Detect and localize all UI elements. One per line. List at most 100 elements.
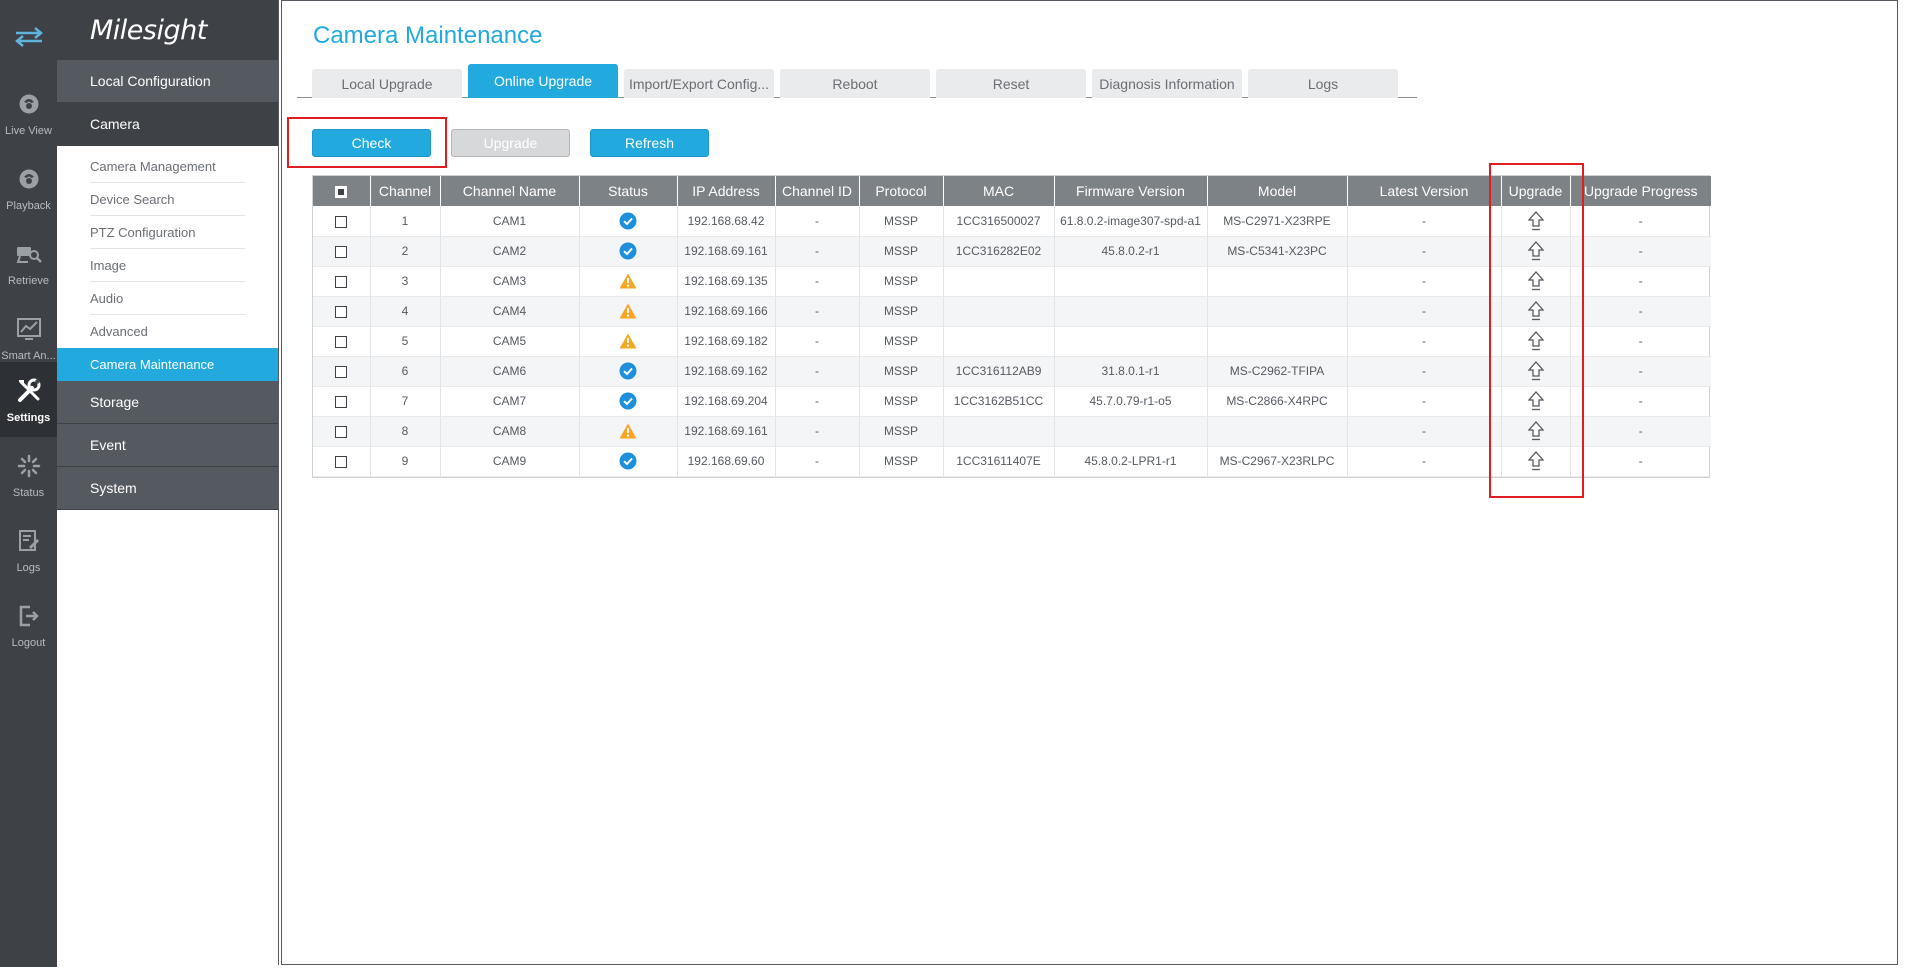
menu-device-search[interactable]: Device Search <box>57 183 278 216</box>
cell-model: MS-C2967-X23RLPC <box>1207 446 1348 477</box>
header-ip-address: IP Address <box>677 176 776 206</box>
row-checkbox[interactable] <box>335 275 348 288</box>
icon-rail: Live View Playback Retrieve Smart An... <box>0 0 57 967</box>
menu-camera-maintenance[interactable]: Camera Maintenance <box>57 348 278 381</box>
page-title: Camera Maintenance <box>313 22 543 49</box>
upgrade-button[interactable]: Upgrade <box>451 129 570 157</box>
cell-channel-id: - <box>775 236 860 267</box>
menu-audio[interactable]: Audio <box>57 282 278 315</box>
rail-label: Retrieve <box>8 275 49 287</box>
row-checkbox[interactable] <box>335 425 348 438</box>
menu-system[interactable]: System <box>57 467 278 510</box>
rail-label: Playback <box>6 200 51 212</box>
row-select-cell[interactable] <box>313 386 371 417</box>
row-checkbox[interactable] <box>335 365 348 378</box>
row-select-cell[interactable] <box>313 416 371 447</box>
cell-channel: 2 <box>370 236 441 267</box>
cell-firmware-version <box>1054 416 1208 447</box>
rail-playback[interactable]: Playback <box>0 150 57 225</box>
cell-channel-id: - <box>775 266 860 297</box>
warning-icon <box>619 303 637 319</box>
cell-upgrade-progress: - <box>1570 266 1711 297</box>
select-all-header[interactable] <box>313 176 371 206</box>
rail-retrieve[interactable]: Retrieve <box>0 225 57 300</box>
cell-upgrade-progress: - <box>1570 206 1711 237</box>
row-select-cell[interactable] <box>313 446 371 477</box>
retrieve-icon <box>16 241 42 267</box>
header-upgrade-progress: Upgrade Progress <box>1570 176 1711 206</box>
menu-camera[interactable]: Camera <box>57 103 278 146</box>
connected-check-icon <box>619 392 637 410</box>
row-checkbox[interactable] <box>335 215 348 228</box>
row-checkbox[interactable] <box>335 305 348 318</box>
cell-status <box>579 356 678 387</box>
cell-channel-name: CAM6 <box>440 356 580 387</box>
menu-image[interactable]: Image <box>57 249 278 282</box>
cell-channel: 6 <box>370 356 441 387</box>
connected-check-icon <box>619 452 637 470</box>
tab-reset[interactable]: Reset <box>936 69 1086 98</box>
cell-channel: 8 <box>370 416 441 447</box>
tab-local-upgrade[interactable]: Local Upgrade <box>312 69 462 98</box>
cell-channel-name: CAM8 <box>440 416 580 447</box>
header-status: Status <box>579 176 678 206</box>
menu-event[interactable]: Event <box>57 424 278 467</box>
cell-firmware-version <box>1054 326 1208 357</box>
connected-check-icon <box>619 212 637 230</box>
cell-protocol: MSSP <box>859 446 944 477</box>
row-checkbox[interactable] <box>335 335 348 348</box>
row-checkbox[interactable] <box>335 455 348 468</box>
cell-upgrade-progress: - <box>1570 416 1711 447</box>
cell-mac: 1CC31611407E <box>943 446 1055 477</box>
cell-ip-address: 192.168.69.162 <box>677 356 776 387</box>
cell-upgrade-progress: - <box>1570 236 1711 267</box>
header-protocol: Protocol <box>859 176 944 206</box>
rail-settings[interactable]: Settings <box>0 362 57 437</box>
rail-logs[interactable]: Logs <box>0 512 57 587</box>
row-select-cell[interactable] <box>313 296 371 327</box>
menu-storage[interactable]: Storage <box>57 381 278 424</box>
cell-channel: 9 <box>370 446 441 477</box>
tab-import-export-config[interactable]: Import/Export Config... <box>624 69 774 98</box>
rail-live-view[interactable]: Live View <box>0 75 57 150</box>
tab-online-upgrade[interactable]: Online Upgrade <box>468 64 618 98</box>
row-checkbox[interactable] <box>335 245 348 258</box>
app-root: Live View Playback Retrieve Smart An... <box>0 0 1920 969</box>
menu-advanced[interactable]: Advanced <box>57 315 278 348</box>
check-button[interactable]: Check <box>312 129 431 157</box>
row-select-cell[interactable] <box>313 326 371 357</box>
rail-status[interactable]: Status <box>0 437 57 512</box>
cell-ip-address: 192.168.69.182 <box>677 326 776 357</box>
row-select-cell[interactable] <box>313 236 371 267</box>
cell-mac <box>943 266 1055 297</box>
select-all-checkbox[interactable] <box>335 186 348 199</box>
row-select-cell[interactable] <box>313 356 371 387</box>
cell-status <box>579 416 678 447</box>
live-view-icon <box>18 91 40 117</box>
menu-ptz-configuration[interactable]: PTZ Configuration <box>57 216 278 249</box>
cell-model: MS-C5341-X23PC <box>1207 236 1348 267</box>
warning-icon <box>619 423 637 439</box>
cell-latest-version: - <box>1347 296 1502 327</box>
rail-label: Smart An... <box>1 350 56 362</box>
row-select-cell[interactable] <box>313 266 371 297</box>
tab-reboot[interactable]: Reboot <box>780 69 930 98</box>
tab-logs[interactable]: Logs <box>1248 69 1398 98</box>
cell-firmware-version <box>1054 296 1208 327</box>
refresh-button[interactable]: Refresh <box>590 129 709 157</box>
cell-firmware-version: 45.8.0.2-r1 <box>1054 236 1208 267</box>
cell-mac <box>943 416 1055 447</box>
menu-local-configuration[interactable]: Local Configuration <box>57 60 278 103</box>
tab-diagnosis-information[interactable]: Diagnosis Information <box>1092 69 1242 98</box>
cell-channel: 1 <box>370 206 441 237</box>
row-select-cell[interactable] <box>313 206 371 237</box>
cell-model <box>1207 266 1348 297</box>
menu-camera-management[interactable]: Camera Management <box>57 150 278 183</box>
cell-status <box>579 236 678 267</box>
cell-upgrade-progress: - <box>1570 326 1711 357</box>
collapse-toggle-button[interactable] <box>0 18 57 60</box>
warning-icon <box>619 273 637 289</box>
row-checkbox[interactable] <box>335 395 348 408</box>
rail-logout[interactable]: Logout <box>0 587 57 662</box>
cell-firmware-version <box>1054 266 1208 297</box>
